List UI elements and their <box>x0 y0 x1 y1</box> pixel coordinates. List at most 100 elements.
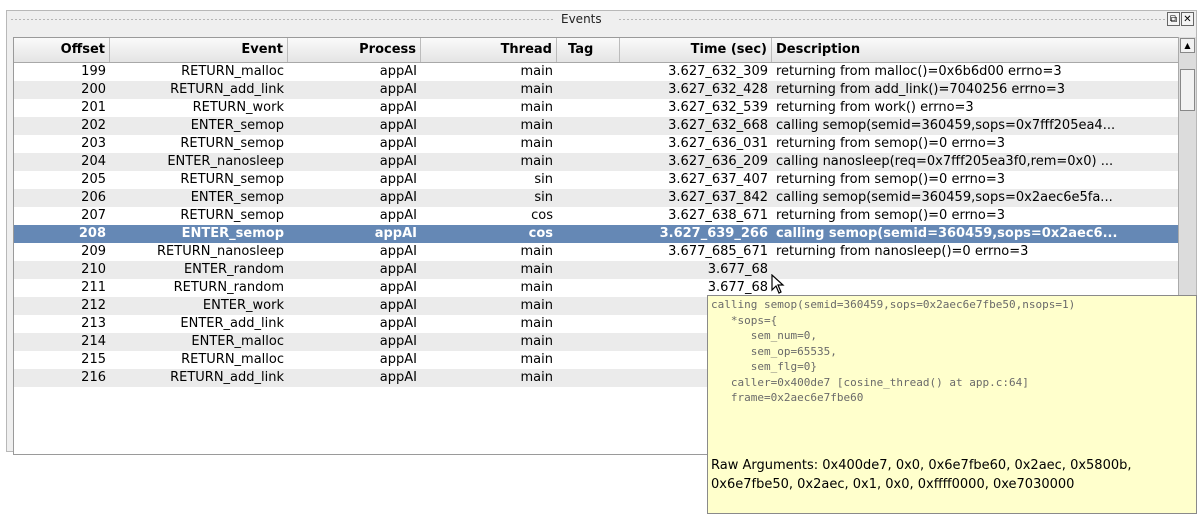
cell-description: returning from malloc()=0x6b6d00 errno=3 <box>776 64 1062 79</box>
cell-event: RETURN_random <box>173 280 284 295</box>
table-row[interactable]: 202 ENTER_semop appAI main 3.627_632_668 call… <box>14 117 1184 135</box>
cell-description: returning from semop()=0 errno=3 <box>776 208 1006 223</box>
cell-description: returning from semop()=0 errno=3 <box>776 172 1006 187</box>
cell-thread: main <box>520 82 553 97</box>
cell-description <box>772 261 1182 279</box>
cell-thread: main <box>520 352 553 367</box>
table-row[interactable]: 206 ENTER_semop appAI sin 3.627_637_842 calli… <box>14 189 1184 207</box>
cell-offset: 202 <box>81 118 106 133</box>
cell-tag <box>557 369 620 387</box>
cell-time: 3.627_632_309 <box>668 64 768 79</box>
table-row[interactable]: 207 RETURN_semop appAI cos 3.627_638_671 retu… <box>14 207 1184 225</box>
cell-thread: cos <box>528 226 553 241</box>
cell-process: appAI <box>379 316 417 331</box>
cell-thread: main <box>520 64 553 79</box>
cell-time: 3.627_632_428 <box>668 82 768 97</box>
cell-process: appAI <box>379 190 417 205</box>
cell-offset: 216 <box>81 370 106 385</box>
cell-time: 3.627_636_209 <box>668 154 768 169</box>
table-row[interactable]: 199 RETURN_malloc appAI main 3.627_632_309 re… <box>14 63 1184 81</box>
cell-tag <box>557 351 620 369</box>
cell-process: appAI <box>379 280 417 295</box>
cell-thread: sin <box>534 190 553 205</box>
cell-description: calling nanosleep(req=0x7fff205ea3f0,rem… <box>776 154 1114 169</box>
cell-offset: 205 <box>81 172 106 187</box>
cell-offset: 206 <box>81 190 106 205</box>
cell-event: RETURN_add_link <box>170 82 284 97</box>
col-header-time[interactable]: Time (sec) <box>620 38 772 62</box>
table-row[interactable]: 201 RETURN_work appAI main 3.627_632_539 retu… <box>14 99 1184 117</box>
cell-thread: main <box>520 316 553 331</box>
cell-tag <box>557 225 620 243</box>
cell-offset: 212 <box>81 298 106 313</box>
tooltip-line: caller=0x400de7 [cosine_thread() at app.… <box>711 375 1029 389</box>
cell-offset: 215 <box>81 352 106 367</box>
cell-time: 3.627_636_031 <box>668 136 768 151</box>
table-row[interactable]: 200 RETURN_add_link appAI main 3.627_632_428… <box>14 81 1184 99</box>
panel-titlebar[interactable]: Events ⧉ ✕ <box>7 11 1196 29</box>
cell-event: RETURN_malloc <box>181 352 284 367</box>
cell-offset: 204 <box>81 154 106 169</box>
cell-description: calling semop(semid=360459,sops=0x2aec6.… <box>776 226 1118 241</box>
cell-time: 3.627_632_539 <box>668 100 768 115</box>
cell-event: ENTER_add_link <box>180 316 284 331</box>
table-row[interactable]: 203 RETURN_semop appAI main 3.627_636_031 ret… <box>14 135 1184 153</box>
tooltip-line: calling semop(semid=360459,sops=0x2aec6e… <box>711 298 1076 311</box>
table-row[interactable]: 204 ENTER_nanosleep appAI main 3.627_636_209… <box>14 153 1184 171</box>
table-row[interactable]: 209 RETURN_nanosleep appAI main 3.677_685_67… <box>14 243 1184 261</box>
cell-process: appAI <box>379 370 417 385</box>
col-header-tag[interactable]: Tag <box>557 38 620 62</box>
cell-thread: main <box>520 136 553 151</box>
col-header-offset[interactable]: Offset <box>14 38 110 62</box>
cell-tag <box>557 315 620 333</box>
cell-description: returning from work() errno=3 <box>776 100 974 115</box>
cell-event: ENTER_semop <box>190 118 284 133</box>
cell-event: RETURN_semop <box>180 136 284 151</box>
cell-tag <box>557 243 620 261</box>
cell-time: 3.677_68 <box>707 262 768 277</box>
cell-description: returning from semop()=0 errno=3 <box>776 136 1006 151</box>
close-icon[interactable]: ✕ <box>1181 12 1194 26</box>
cell-thread: main <box>520 370 553 385</box>
titlebar-grip-left <box>11 19 553 20</box>
table-row[interactable]: 210 ENTER_random appAI main 3.677_68 <box>14 261 1184 279</box>
cell-tag <box>557 261 620 279</box>
col-header-thread[interactable]: Thread <box>421 38 557 62</box>
cell-process: appAI <box>379 334 417 349</box>
cell-time: 3.627_637_842 <box>668 190 768 205</box>
scroll-up-icon[interactable]: ▲ <box>1180 38 1195 53</box>
cell-event: RETURN_semop <box>180 208 284 223</box>
cell-thread: main <box>520 154 553 169</box>
cell-tag <box>557 207 620 225</box>
cell-offset: 199 <box>81 64 106 79</box>
cell-description: calling semop(semid=360459,sops=0x7fff20… <box>776 118 1116 133</box>
cell-event: RETURN_add_link <box>170 370 284 385</box>
restore-icon[interactable]: ⧉ <box>1167 12 1180 26</box>
cell-tag <box>557 171 620 189</box>
cell-thread: main <box>520 244 553 259</box>
cell-event: ENTER_semop <box>181 226 284 241</box>
cell-offset: 207 <box>81 208 106 223</box>
cell-time: 3.677_685_671 <box>668 244 768 259</box>
col-header-description[interactable]: Description <box>772 38 1184 62</box>
cell-time: 3.627_632_668 <box>668 118 768 133</box>
cell-tag <box>557 333 620 351</box>
table-row[interactable]: 205 RETURN_semop appAI sin 3.627_637_407 retu… <box>14 171 1184 189</box>
cell-process: appAI <box>379 352 417 367</box>
titlebar-grip-right <box>619 19 1165 20</box>
scroll-thumb[interactable] <box>1180 69 1195 111</box>
col-header-process[interactable]: Process <box>288 38 421 62</box>
tooltip-line: sem_op=65535, <box>711 344 837 358</box>
cell-offset: 200 <box>81 82 106 97</box>
cell-process: appAI <box>379 118 417 133</box>
table-row-selected[interactable]: 208 ENTER_semop appAI cos 3.627_639_266 calli… <box>14 225 1184 243</box>
cell-process: appAI <box>374 226 417 241</box>
tooltip-line: sem_flg=0} <box>711 360 817 373</box>
cell-thread: main <box>520 334 553 349</box>
cell-tag <box>557 153 620 171</box>
col-header-event[interactable]: Event <box>110 38 288 62</box>
cell-tag <box>557 81 620 99</box>
cell-thread: sin <box>534 172 553 187</box>
cell-offset: 214 <box>81 334 106 349</box>
cell-process: appAI <box>379 64 417 79</box>
